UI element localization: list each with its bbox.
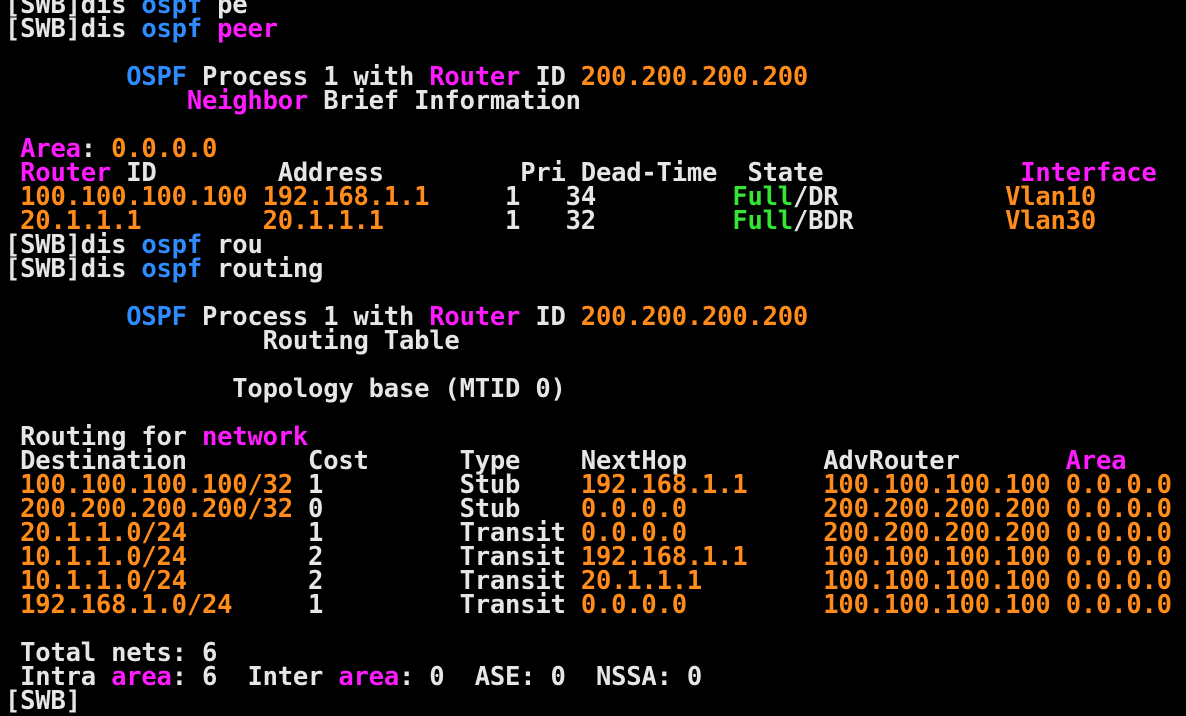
terminal-text-segment: 1 32 — [383, 206, 733, 236]
terminal-text-segment: [SWB] — [5, 686, 81, 716]
terminal-text-segment: Neighbor — [186, 86, 309, 116]
terminal-text-segment: /BDR — [792, 206, 1006, 236]
terminal-line: [SWB]dis ospf routing — [5, 254, 1186, 284]
terminal-text-segment: : 6 Inter — [171, 662, 339, 692]
terminal-text-segment: 200.200.200.200 — [580, 302, 809, 332]
terminal-text-segment: Full — [732, 206, 793, 236]
terminal-text-segment: Topology base (MTID 0) — [5, 374, 566, 404]
terminal-text-segment: ospf — [141, 254, 202, 284]
terminal-text-segment: 1 Transit — [232, 590, 581, 620]
terminal-text-segment: [SWB]dis — [5, 14, 142, 44]
terminal-text-segment: 0.0.0.0 — [580, 590, 687, 620]
terminal-text-segment: Routing Table — [5, 326, 460, 356]
terminal-text-segment: 100.100.100.100 — [823, 590, 1051, 620]
terminal-text-segment: 192.168.1.0/24 — [20, 590, 233, 620]
terminal-line: Intra area: 6 Inter area: 0 ASE: 0 NSSA:… — [5, 662, 1186, 692]
terminal-text-segment: area — [338, 662, 399, 692]
terminal-line: [SWB] — [5, 686, 1186, 716]
terminal-text-segment: 200.200.200.200 — [580, 62, 809, 92]
terminal-text-segment: ospf — [141, 14, 202, 44]
terminal-output[interactable]: [SWB]dis ospf pe [SWB]dis ospf peer OSPF … — [5, 0, 1186, 714]
terminal-text-segment: 0.0.0.0 — [1065, 590, 1172, 620]
terminal-text-segment: routing — [201, 254, 324, 284]
terminal-text-segment: Vlan30 — [1005, 206, 1096, 236]
terminal-line: Neighbor Brief Information — [5, 86, 1186, 116]
terminal-text-segment: area — [111, 662, 172, 692]
terminal-line: [SWB]dis ospf peer — [5, 14, 1186, 44]
terminal-text-segment: ID — [520, 302, 581, 332]
terminal-text-segment: [SWB]dis — [5, 254, 142, 284]
terminal-line: Routing Table — [5, 326, 1186, 356]
terminal-text-segment: 20.1.1.1 — [262, 206, 384, 236]
terminal-text-segment: Brief Information — [308, 86, 581, 116]
terminal-text-segment: peer — [217, 14, 278, 44]
terminal-line: Topology base (MTID 0) — [5, 374, 1186, 404]
terminal-line: 192.168.1.0/24 1 Transit 0.0.0.0 100.100… — [5, 590, 1186, 620]
terminal-text-segment: : 0 ASE: 0 NSSA: 0 — [398, 662, 703, 692]
